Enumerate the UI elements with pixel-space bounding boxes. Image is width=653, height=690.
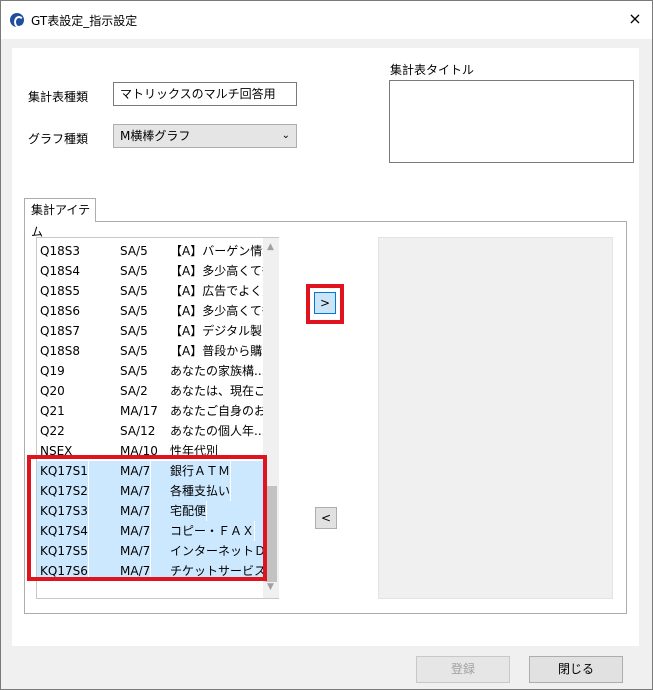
item-type: SA/5 [120, 344, 148, 358]
close-icon[interactable]: × [625, 9, 645, 29]
list-item[interactable]: Q18S4 SA/5 【A】多少高くても... [37, 261, 278, 281]
item-type: SA/5 [120, 364, 148, 378]
graph-type-select[interactable]: M横棒グラフ ⌄ [113, 124, 297, 148]
title-bar: GT表設定_指示設定 × [1, 1, 652, 39]
selected-items-panel[interactable] [378, 237, 613, 599]
list-item[interactable]: Q18S3 SA/5 【A】バーゲン情報... [37, 241, 278, 261]
item-id: Q21 [40, 404, 65, 418]
graph-type-label: グラフ種類 [28, 132, 89, 146]
item-type: SA/5 [120, 284, 148, 298]
scroll-down-icon[interactable]: ▼ [267, 582, 274, 592]
list-item[interactable]: Q20 SA/2 あなたは、現在ご... [37, 381, 277, 401]
item-type: SA/5 [120, 244, 148, 258]
selection-highlight [27, 455, 267, 581]
list-item[interactable]: Q18S8 SA/5 【A】普段から購... [37, 341, 274, 361]
list-item[interactable]: Q21 MA/17 あなたご自身のお... [37, 401, 277, 421]
title-label: 集計表タイトル [390, 63, 475, 77]
add-button[interactable]: > [314, 292, 336, 314]
item-text: 【A】普段から購... [170, 344, 274, 358]
item-id: Q20 [40, 384, 65, 398]
item-type: SA/5 [120, 324, 148, 338]
table-type-field[interactable]: マトリックスのマルチ回答用 [113, 82, 297, 106]
item-id: Q18S5 [40, 284, 80, 298]
list-item[interactable]: Q18S6 SA/5 【A】多少高くても... [37, 301, 278, 321]
window-title: GT表設定_指示設定 [31, 14, 138, 28]
chevron-down-icon: ⌄ [281, 130, 290, 141]
title-textarea[interactable] [389, 80, 634, 163]
item-text: あなたは、現在ご... [170, 384, 278, 398]
list-item[interactable]: Q18S7 SA/5 【A】デジタル製品... [37, 321, 278, 341]
item-text: あなたの個人年... [170, 424, 266, 438]
table-type-label: 集計表種類 [28, 90, 89, 104]
item-id: Q18S7 [40, 324, 80, 338]
item-id: Q18S3 [40, 244, 80, 258]
list-item[interactable]: Q18S5 SA/5 【A】広告でよく見... [37, 281, 278, 301]
item-id: Q18S6 [40, 304, 80, 318]
item-id: Q18S8 [40, 344, 80, 358]
remove-button[interactable]: < [315, 507, 337, 529]
app-icon [10, 13, 24, 28]
item-type: SA/2 [120, 384, 148, 398]
item-type: MA/17 [120, 404, 158, 418]
close-button[interactable]: 閉じる [529, 656, 623, 683]
register-button[interactable]: 登録 [416, 656, 510, 683]
graph-type-value: M横棒グラフ [120, 129, 191, 143]
item-id: Q22 [40, 424, 65, 438]
tab-aggregate-items[interactable]: 集計アイテム [24, 198, 96, 239]
item-type: SA/5 [120, 264, 148, 278]
item-text: あなたご自身のお... [170, 404, 278, 418]
item-type: SA/5 [120, 304, 148, 318]
list-item[interactable]: Q22 SA/12 あなたの個人年... [37, 421, 266, 441]
scroll-up-icon[interactable]: ▲ [267, 242, 274, 252]
list-item[interactable]: Q19 SA/5 あなたの家族構... [37, 361, 266, 381]
item-id: Q18S4 [40, 264, 80, 278]
item-id: Q19 [40, 364, 65, 378]
item-text: あなたの家族構... [170, 364, 266, 378]
item-type: SA/12 [120, 424, 156, 438]
